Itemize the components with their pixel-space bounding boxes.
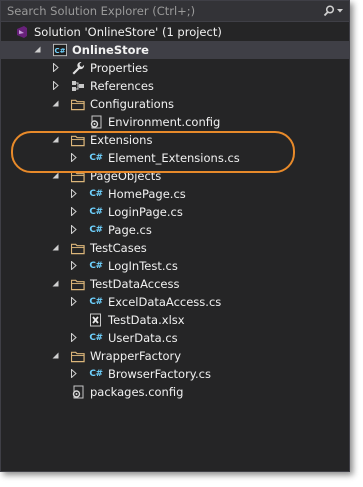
solution-tree: Solution 'OnlineStore' (1 project) C# Onli…	[1, 23, 349, 401]
tree-item-label: TestCases	[90, 241, 147, 255]
csharp-file-icon: C#	[89, 225, 103, 235]
expanded-arrow-icon[interactable]	[51, 135, 60, 144]
collapsed-arrow-icon[interactable]	[69, 153, 78, 162]
tree-item-label: Properties	[90, 61, 149, 75]
search-input[interactable]	[1, 1, 307, 21]
tree-item-references[interactable]: References	[1, 77, 349, 95]
tree-item-label: OnlineStore	[72, 43, 149, 57]
tree-item-label: Page.cs	[108, 223, 152, 237]
collapsed-arrow-icon[interactable]	[69, 261, 78, 270]
collapsed-arrow-icon[interactable]	[69, 225, 78, 234]
csharp-file-icon: C#	[89, 189, 103, 199]
tree-item-properties[interactable]: Properties	[1, 59, 349, 77]
expanded-arrow-icon[interactable]	[51, 99, 60, 108]
expanded-arrow-icon[interactable]	[51, 243, 60, 252]
tree-item-testcases[interactable]: TestCases	[1, 239, 349, 257]
folder-icon	[71, 97, 85, 111]
search-button[interactable]	[317, 1, 349, 21]
collapsed-arrow-icon[interactable]	[69, 333, 78, 342]
tree-item-label: Element_Extensions.cs	[108, 151, 240, 165]
tree-item-environment-config[interactable]: Environment.config	[1, 113, 349, 131]
folder-icon	[71, 169, 85, 183]
tree-item-testdata[interactable]: TestData.xlsx	[1, 311, 349, 329]
expanded-arrow-icon[interactable]	[51, 351, 60, 360]
wrench-icon	[71, 61, 85, 75]
tree-item-label: BrowserFactory.cs	[108, 367, 211, 381]
csharp-file-icon: C#	[89, 297, 103, 307]
search-icon	[323, 5, 343, 17]
tree-item-solution[interactable]: Solution 'OnlineStore' (1 project)	[1, 23, 349, 41]
references-icon	[71, 79, 85, 93]
solution-icon	[15, 25, 29, 39]
tree-item-label: Solution 'OnlineStore' (1 project)	[34, 25, 222, 39]
expanded-arrow-icon[interactable]	[51, 171, 60, 180]
folder-icon	[71, 349, 85, 363]
tree-item-userdata[interactable]: C# UserData.cs	[1, 329, 349, 347]
collapsed-arrow-icon[interactable]	[69, 207, 78, 216]
tree-item-label: TestData.xlsx	[108, 313, 185, 327]
expanded-arrow-icon[interactable]	[33, 45, 42, 54]
collapsed-arrow-icon[interactable]	[69, 369, 78, 378]
collapsed-arrow-icon[interactable]	[69, 297, 78, 306]
csharp-project-icon: C#	[53, 43, 67, 57]
tree-item-logintest[interactable]: C# LogInTest.cs	[1, 257, 349, 275]
tree-item-project[interactable]: C# OnlineStore	[1, 41, 349, 59]
tree-item-pageobjects[interactable]: PageObjects	[1, 167, 349, 185]
tree-item-homepage[interactable]: C# HomePage.cs	[1, 185, 349, 203]
csharp-file-icon: C#	[89, 207, 103, 217]
csharp-file-icon: C#	[89, 261, 103, 271]
tree-item-exceldataaccess[interactable]: C# ExcelDataAccess.cs	[1, 293, 349, 311]
tree-item-label: Configurations	[90, 97, 174, 111]
tree-item-label: LoginPage.cs	[108, 205, 183, 219]
tree-item-testdataaccess[interactable]: TestDataAccess	[1, 275, 349, 293]
expanded-arrow-icon[interactable]	[51, 279, 60, 288]
csharp-file-icon: C#	[89, 153, 103, 163]
search-bar	[1, 1, 349, 22]
tree-item-browserfactory[interactable]: C# BrowserFactory.cs	[1, 365, 349, 383]
tree-item-packages-config[interactable]: packages.config	[1, 383, 349, 401]
svg-text:C#: C#	[54, 47, 65, 55]
tree-item-label: Extensions	[90, 133, 153, 147]
solution-explorer-panel: Solution 'OnlineStore' (1 project) C# Onli…	[0, 0, 350, 472]
csharp-file-icon: C#	[89, 333, 103, 343]
tree-item-loginpage[interactable]: C# LoginPage.cs	[1, 203, 349, 221]
tree-item-label: PageObjects	[90, 169, 162, 183]
collapsed-arrow-icon[interactable]	[69, 189, 78, 198]
collapsed-arrow-icon[interactable]	[51, 81, 60, 90]
tree-item-label: WrapperFactory	[90, 349, 182, 363]
folder-icon	[71, 241, 85, 255]
folder-icon	[71, 277, 85, 291]
tree-item-label: packages.config	[90, 385, 184, 399]
tree-item-label: References	[90, 79, 154, 93]
tree-item-label: ExcelDataAccess.cs	[108, 295, 222, 309]
tree-item-label: TestDataAccess	[90, 277, 180, 291]
excel-file-icon	[89, 313, 103, 327]
tree-item-label: LogInTest.cs	[108, 259, 178, 273]
tree-item-extensions[interactable]: Extensions	[1, 131, 349, 149]
collapsed-arrow-icon[interactable]	[51, 63, 60, 72]
tree-item-label: HomePage.cs	[108, 187, 186, 201]
folder-icon	[71, 133, 85, 147]
tree-item-configurations[interactable]: Configurations	[1, 95, 349, 113]
config-file-icon	[71, 385, 85, 399]
config-file-icon	[89, 115, 103, 129]
csharp-file-icon: C#	[89, 369, 103, 379]
tree-item-page[interactable]: C# Page.cs	[1, 221, 349, 239]
tree-item-wrapperfactory[interactable]: WrapperFactory	[1, 347, 349, 365]
tree-item-label: Environment.config	[108, 115, 221, 129]
tree-item-element-extensions[interactable]: C# Element_Extensions.cs	[1, 149, 349, 167]
tree-item-label: UserData.cs	[108, 331, 178, 345]
